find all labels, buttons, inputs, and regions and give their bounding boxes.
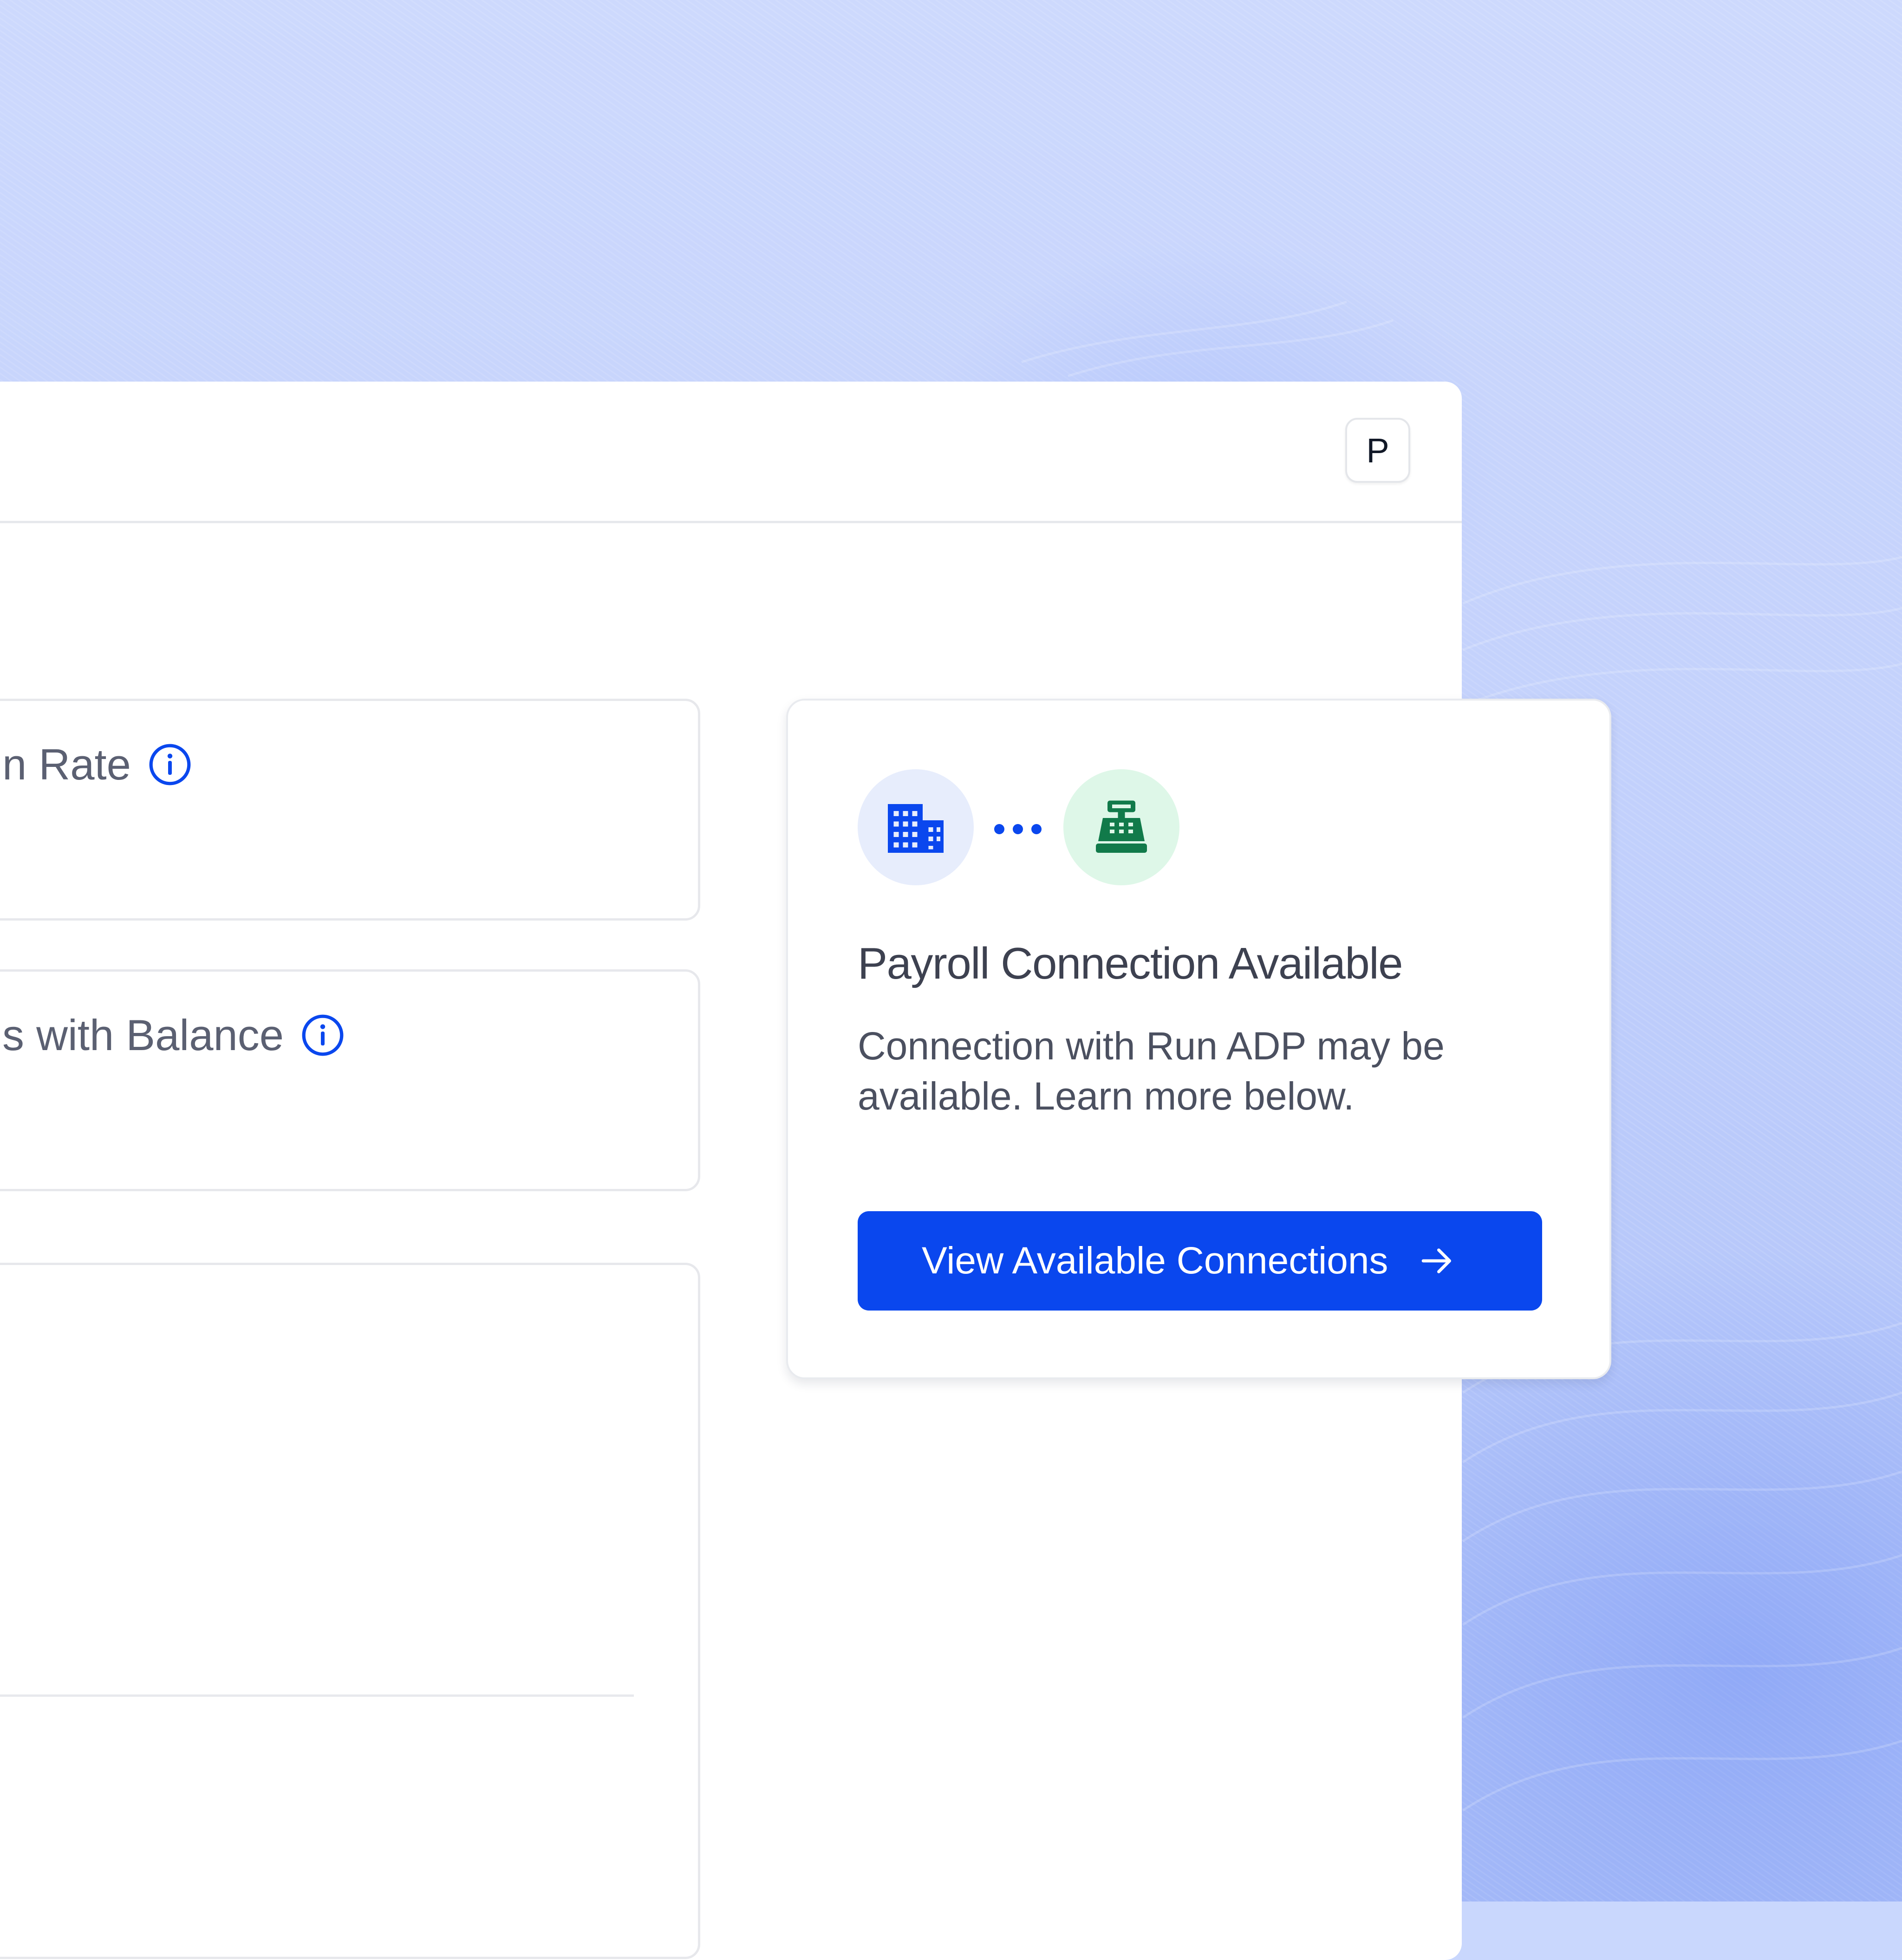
info-icon[interactable] (300, 1013, 345, 1058)
payroll-connection-card: Payroll Connection Available Connection … (786, 699, 1611, 1379)
metric-title: n Rate (2, 739, 192, 790)
divider (0, 1694, 634, 1697)
card-title: Payroll Connection Available (858, 939, 1403, 988)
info-icon[interactable] (148, 742, 192, 787)
cash-register-icon (1096, 800, 1147, 853)
user-avatar[interactable]: P (1345, 418, 1410, 483)
top-bar: P (0, 382, 1462, 523)
chart-card (0, 1263, 700, 1959)
building-icon-circle (858, 769, 974, 885)
metric-title: s with Balance (2, 1010, 345, 1061)
cash-register-icon-circle (1063, 769, 1179, 885)
building-icon (888, 804, 944, 853)
metric-label: n Rate (2, 740, 131, 789)
card-description: Connection with Run ADP may be available… (858, 1024, 1445, 1118)
avatar-initial: P (1366, 431, 1389, 470)
arrow-right-icon (1421, 1248, 1451, 1273)
dots-icon (994, 824, 1042, 834)
metric-label: s with Balance (2, 1011, 284, 1059)
button-label: View Available Connections (922, 1240, 1388, 1282)
view-available-connections-button[interactable]: View Available Connections (858, 1211, 1542, 1311)
metric-card-rate: n Rate (0, 699, 700, 921)
metric-card-balance: s with Balance (0, 969, 700, 1191)
